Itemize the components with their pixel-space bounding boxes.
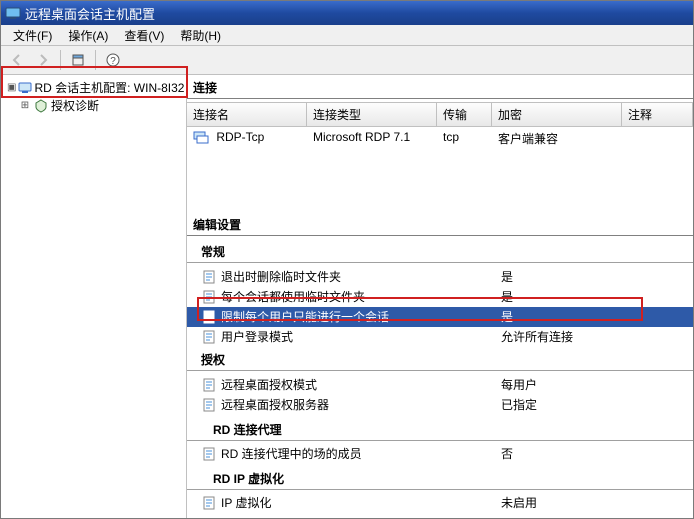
cell-transport: tcp [437, 130, 492, 147]
menubar: 文件(F) 操作(A) 查看(V) 帮助(H) [1, 25, 693, 46]
setting-row[interactable]: 退出时删除临时文件夹 是 [187, 267, 693, 287]
nav-forward-button [31, 48, 55, 72]
col-name[interactable]: 连接名 [187, 103, 307, 126]
col-trans[interactable]: 传输 [437, 103, 492, 126]
toolbar-separator [95, 50, 96, 70]
col-type[interactable]: 连接类型 [307, 103, 437, 126]
tree-pane: ▣ RD 会话主机配置: WIN-8I326 ⊞ 授权诊断 [1, 75, 187, 518]
property-icon [201, 329, 217, 345]
tree-expander[interactable]: ▣ [7, 80, 16, 96]
cell-name: RDP-Tcp [216, 130, 264, 144]
property-icon [201, 269, 217, 285]
col-enc[interactable]: 加密 [492, 103, 622, 126]
settings-title: 编辑设置 [187, 212, 693, 235]
setting-row[interactable]: RD 连接代理中的场的成员 否 [187, 444, 693, 464]
setting-label: RD 连接代理中的场的成员 [221, 445, 501, 463]
property-icon [201, 397, 217, 413]
cell-type: Microsoft RDP 7.1 [307, 130, 437, 147]
setting-label: 用户登录模式 [221, 328, 501, 346]
setting-label: 退出时删除临时文件夹 [221, 268, 501, 286]
property-icon [201, 377, 217, 393]
setting-row[interactable]: 每个会话都使用临时文件夹 是 [187, 287, 693, 307]
cell-encryption: 客户端兼容 [492, 130, 622, 147]
setting-label: 每个会话都使用临时文件夹 [221, 288, 501, 306]
setting-label: 限制每个用户只能进行一个会话 [221, 308, 501, 326]
refresh-button[interactable] [66, 48, 90, 72]
tree-child-label: 授权诊断 [51, 98, 99, 114]
property-icon [201, 446, 217, 462]
setting-value: 已指定 [501, 396, 537, 414]
connection-icon [193, 130, 209, 146]
tree-child[interactable]: ⊞ 授权诊断 [3, 97, 184, 115]
connections-table: 连接名 连接类型 传输 加密 注释 RDP-Tcp Micro [187, 102, 693, 150]
setting-value: 是 [501, 268, 513, 286]
tree-root-label: RD 会话主机配置: WIN-8I326 [34, 80, 184, 96]
connections-title: 连接 [187, 75, 693, 98]
app-icon [5, 5, 21, 21]
group-rule [187, 262, 693, 265]
setting-label: IP 虚拟化 [221, 494, 501, 512]
setting-value: 未启用 [501, 494, 537, 512]
menu-action[interactable]: 操作(A) [60, 25, 116, 46]
tree-expander[interactable]: ⊞ [19, 98, 31, 114]
setting-value: 允许所有连接 [501, 328, 573, 346]
help-button[interactable]: ? [101, 48, 125, 72]
col-note[interactable]: 注释 [622, 103, 693, 126]
host-icon [18, 80, 32, 96]
group-broker: RD 连接代理 [187, 415, 693, 440]
group-general: 常规 [187, 239, 693, 262]
tree-root[interactable]: ▣ RD 会话主机配置: WIN-8I326 [3, 79, 184, 97]
menu-view[interactable]: 查看(V) [116, 25, 172, 46]
window-title: 远程桌面会话主机配置 [25, 4, 155, 23]
group-licensing: 授权 [187, 347, 693, 370]
cell-note [622, 130, 693, 147]
toolbar: ? [1, 46, 693, 75]
content-pane: 连接 连接名 连接类型 传输 加密 注释 [187, 75, 693, 518]
setting-value: 否 [501, 445, 513, 463]
titlebar: 远程桌面会话主机配置 [1, 1, 693, 25]
setting-row[interactable]: 用户登录模式 允许所有连接 [187, 327, 693, 347]
table-row[interactable]: RDP-Tcp Microsoft RDP 7.1 tcp 客户端兼容 [187, 127, 693, 150]
diagnostics-icon [33, 98, 49, 114]
setting-row-selected[interactable]: 限制每个用户只能进行一个会话 是 [187, 307, 693, 327]
setting-label: 远程桌面授权模式 [221, 376, 501, 394]
svg-text:?: ? [110, 56, 116, 67]
group-rule [187, 489, 693, 491]
setting-label: 远程桌面授权服务器 [221, 396, 501, 414]
setting-value: 是 [501, 288, 513, 306]
group-rule [187, 440, 693, 442]
setting-value: 是 [501, 308, 513, 326]
toolbar-separator [60, 50, 61, 70]
menu-file[interactable]: 文件(F) [5, 25, 60, 46]
setting-row[interactable]: 远程桌面授权模式 每用户 [187, 375, 693, 395]
property-icon [201, 309, 217, 325]
property-icon [201, 289, 217, 305]
setting-row[interactable]: IP 虚拟化 未启用 [187, 493, 693, 513]
group-ipvirt: RD IP 虚拟化 [187, 464, 693, 489]
group-rule [187, 370, 693, 373]
menu-help[interactable]: 帮助(H) [172, 25, 229, 46]
property-icon [201, 495, 217, 511]
nav-back-button [5, 48, 29, 72]
table-header: 连接名 连接类型 传输 加密 注释 [187, 102, 693, 127]
setting-row[interactable]: 远程桌面授权服务器 已指定 [187, 395, 693, 415]
setting-value: 每用户 [501, 376, 537, 394]
